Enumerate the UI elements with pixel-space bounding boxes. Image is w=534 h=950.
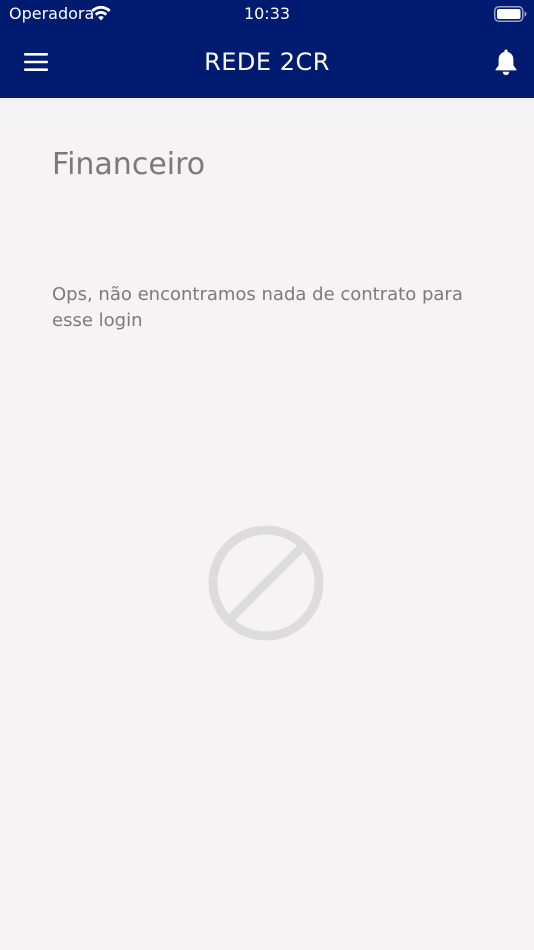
bell-icon [495,49,517,75]
status-bar: Operadora 10:33 [0,0,534,28]
empty-state-message: Ops, não encontramos nada de contrato pa… [52,284,463,331]
status-time: 10:33 [243,4,291,23]
notifications-button[interactable] [490,46,522,78]
app-header: Operadora 10:33 REDE 2CR [0,0,534,98]
battery-icon [494,6,527,22]
prohibited-icon [208,525,324,641]
app-title: REDE 2CR [204,48,330,76]
page-title: Financeiro [52,147,206,182]
